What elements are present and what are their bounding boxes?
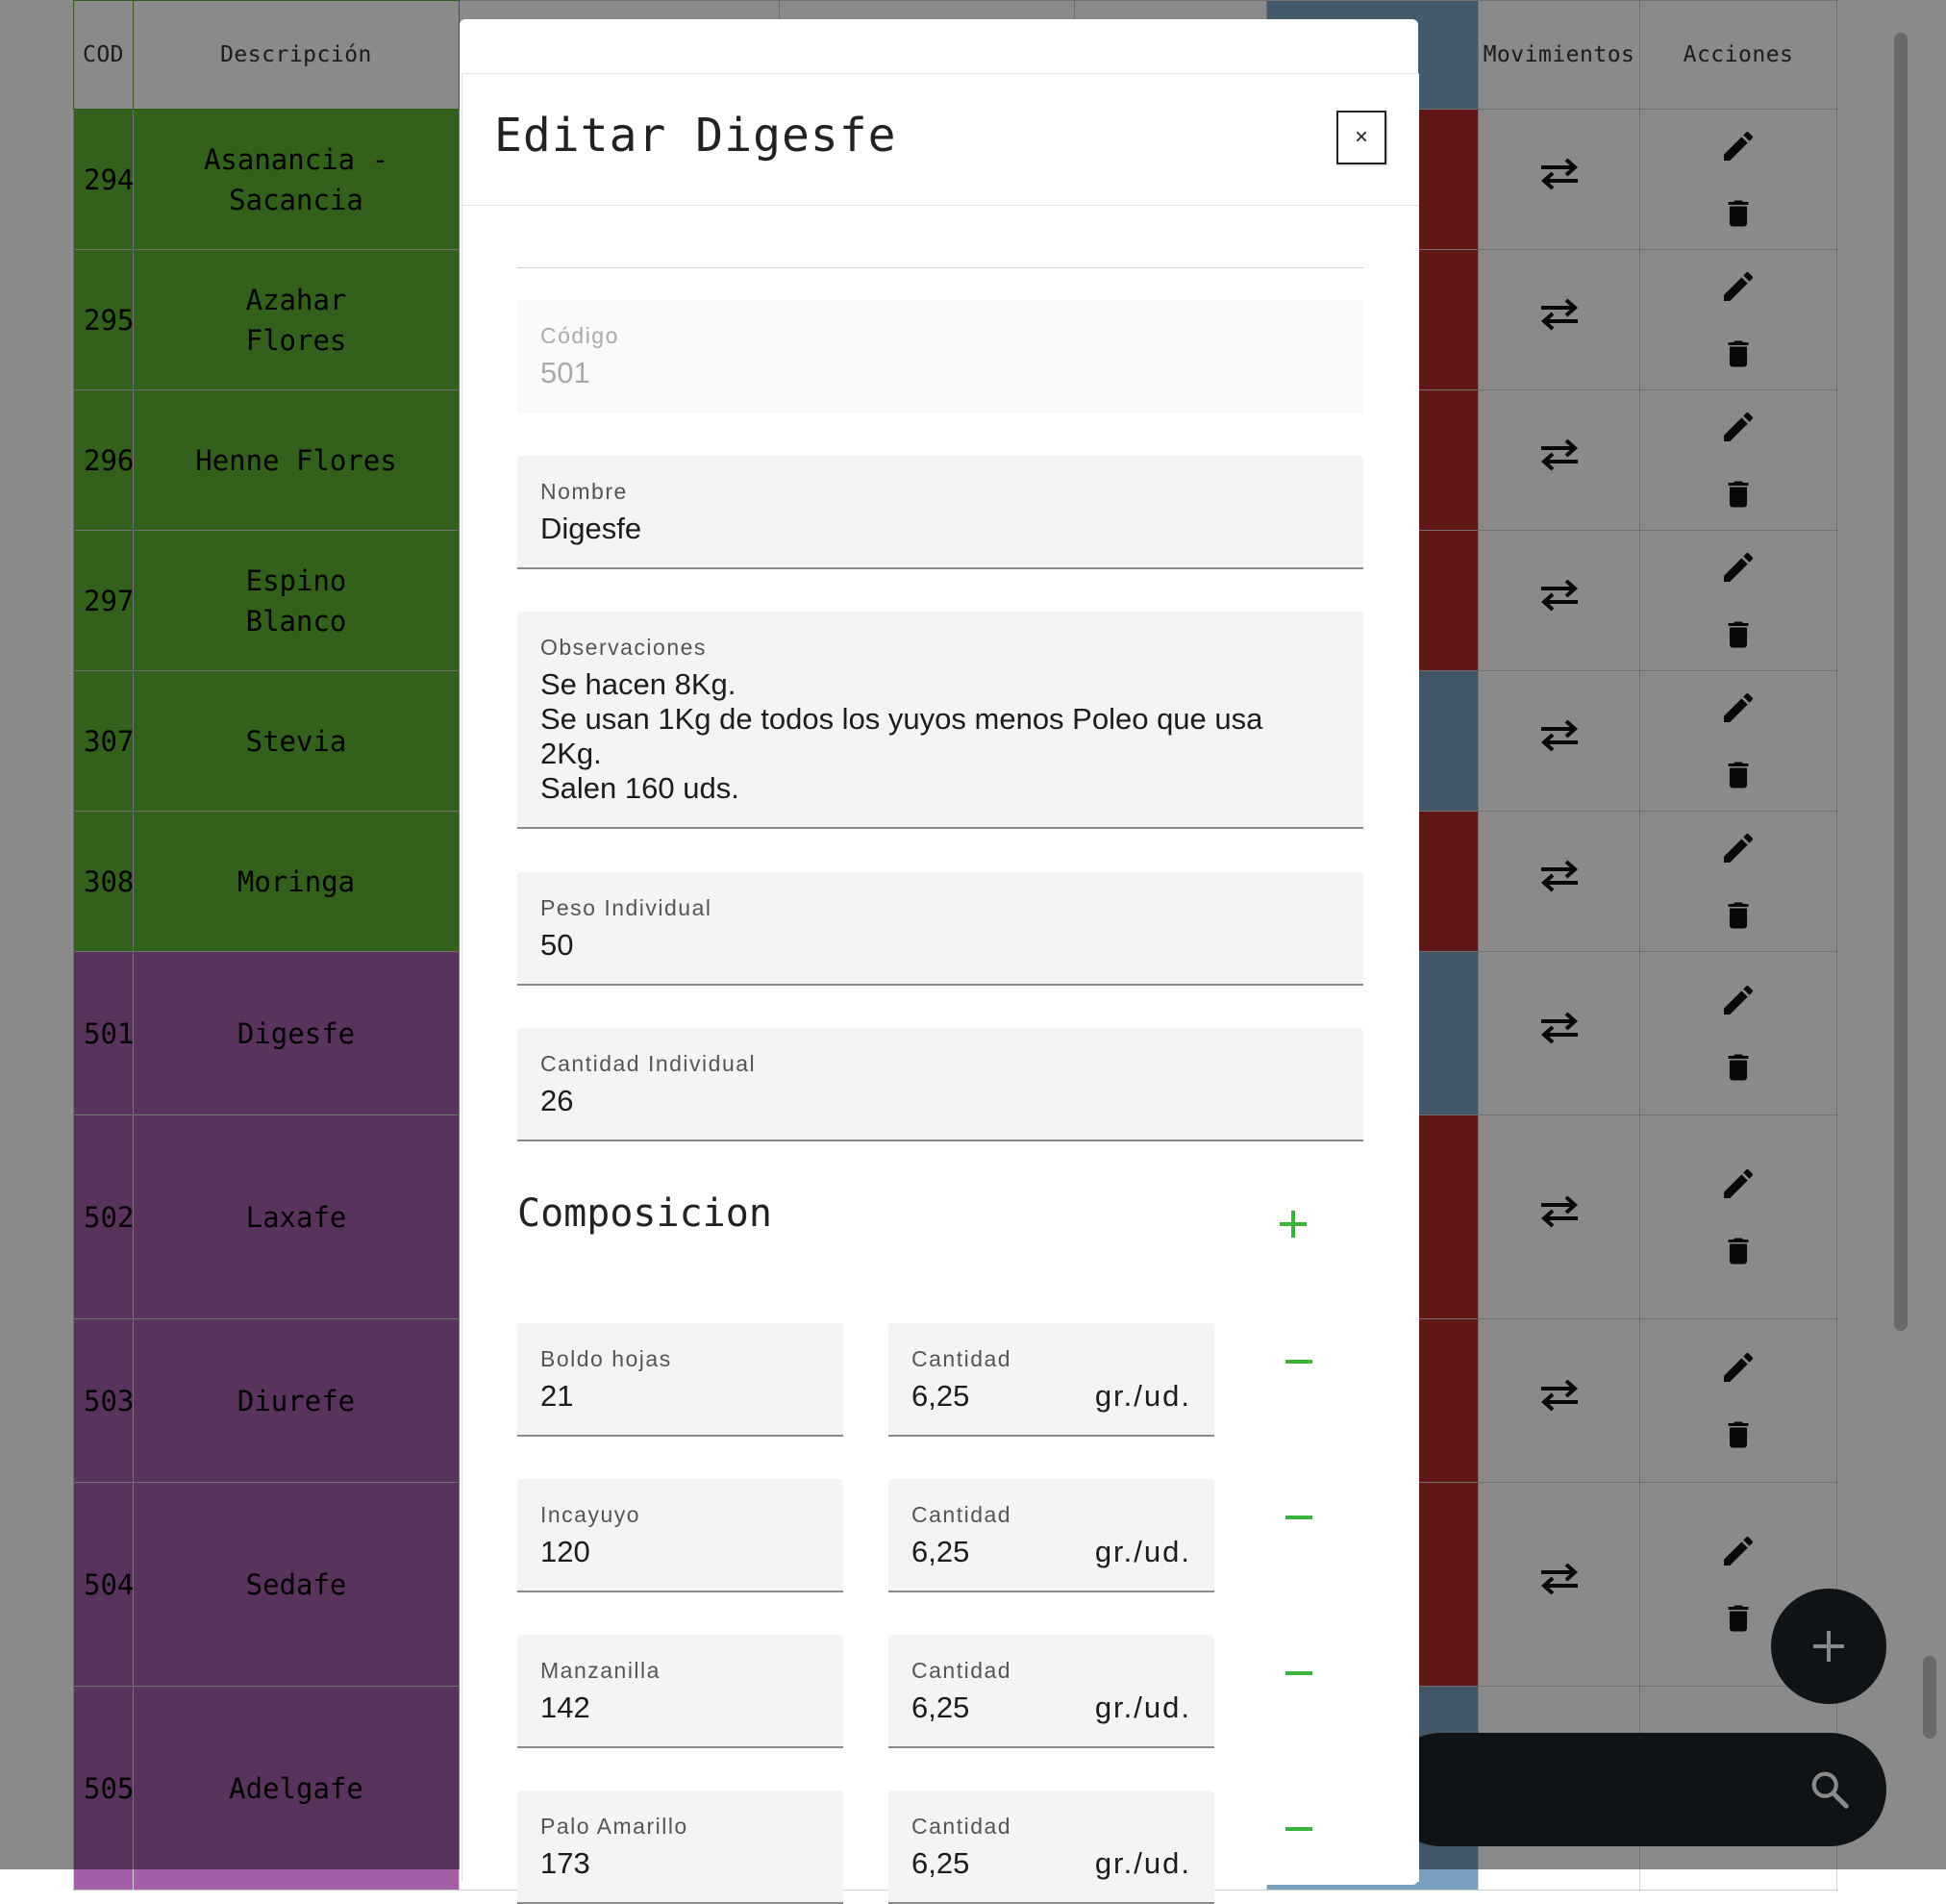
observaciones-label: Observaciones (540, 635, 707, 660)
composicion-title: Composicion (517, 1191, 772, 1236)
quantity-unit: gr./ud. (1094, 1691, 1191, 1724)
component-quantity-field[interactable]: Cantidad 6,25 gr./ud. (888, 1479, 1214, 1592)
component-code-input[interactable]: 120 (540, 1535, 590, 1569)
component-quantity-field[interactable]: Cantidad 6,25 gr./ud. (888, 1323, 1214, 1437)
component-name-field[interactable]: Manzanilla 142 (517, 1635, 843, 1748)
observaciones-textarea[interactable]: Se hacen 8Kg. Se usan 1Kg de todos los y… (540, 667, 1329, 806)
component-code-input[interactable]: 173 (540, 1846, 590, 1881)
remove-component-button[interactable] (1280, 1810, 1318, 1848)
component-name-field[interactable]: Palo Amarillo 173 (517, 1791, 843, 1904)
remove-component-button[interactable] (1280, 1498, 1318, 1537)
codigo-field: Código 501 (517, 300, 1363, 413)
quantity-input[interactable]: 6,25 (911, 1691, 969, 1725)
component-name-label: Palo Amarillo (540, 1814, 688, 1839)
component-name-label: Incayuyo (540, 1502, 641, 1527)
peso-individual-input[interactable]: 50 (540, 928, 573, 963)
minus-icon (1285, 1671, 1312, 1675)
quantity-unit: gr./ud. (1094, 1846, 1191, 1880)
plus-icon (1280, 1211, 1307, 1238)
quantity-label: Cantidad (911, 1502, 1012, 1527)
section-divider (517, 267, 1363, 268)
cantidad-individual-label: Cantidad Individual (540, 1051, 757, 1076)
modal-header-divider (462, 205, 1419, 206)
quantity-input[interactable]: 6,25 (911, 1846, 969, 1881)
peso-individual-field[interactable]: Peso Individual 50 (517, 872, 1363, 986)
minus-icon (1285, 1360, 1312, 1364)
quantity-input[interactable]: 6,25 (911, 1379, 969, 1414)
component-quantity-field[interactable]: Cantidad 6,25 gr./ud. (888, 1791, 1214, 1904)
close-button[interactable]: × (1336, 111, 1386, 164)
remove-component-button[interactable] (1280, 1654, 1318, 1692)
minus-icon (1285, 1827, 1312, 1831)
cantidad-individual-input[interactable]: 26 (540, 1084, 573, 1118)
quantity-unit: gr./ud. (1094, 1379, 1191, 1413)
nombre-field[interactable]: Nombre Digesfe (517, 456, 1363, 569)
component-name-label: Boldo hojas (540, 1346, 672, 1371)
component-code-input[interactable]: 142 (540, 1691, 590, 1725)
nombre-label: Nombre (540, 479, 628, 504)
quantity-label: Cantidad (911, 1658, 1012, 1683)
component-name-field[interactable]: Boldo hojas 21 (517, 1323, 843, 1437)
peso-individual-label: Peso Individual (540, 895, 712, 920)
component-code-input[interactable]: 21 (540, 1379, 573, 1414)
nombre-input[interactable]: Digesfe (540, 512, 641, 546)
edit-product-modal: Editar Digesfe × Código 501 Nombre Diges… (462, 73, 1419, 1904)
codigo-label: Código (540, 323, 619, 348)
component-quantity-field[interactable]: Cantidad 6,25 gr./ud. (888, 1635, 1214, 1748)
remove-component-button[interactable] (1280, 1342, 1318, 1381)
modal-title: Editar Digesfe (494, 109, 897, 163)
codigo-value: 501 (540, 356, 590, 389)
quantity-unit: gr./ud. (1094, 1535, 1191, 1568)
component-name-label: Manzanilla (540, 1658, 661, 1683)
observaciones-field[interactable]: Observaciones Se hacen 8Kg. Se usan 1Kg … (517, 612, 1363, 829)
cantidad-individual-field[interactable]: Cantidad Individual 26 (517, 1028, 1363, 1141)
quantity-label: Cantidad (911, 1814, 1012, 1839)
component-name-field[interactable]: Incayuyo 120 (517, 1479, 843, 1592)
quantity-input[interactable]: 6,25 (911, 1535, 969, 1569)
quantity-label: Cantidad (911, 1346, 1012, 1371)
add-component-button[interactable] (1274, 1205, 1312, 1243)
minus-icon (1285, 1516, 1312, 1519)
